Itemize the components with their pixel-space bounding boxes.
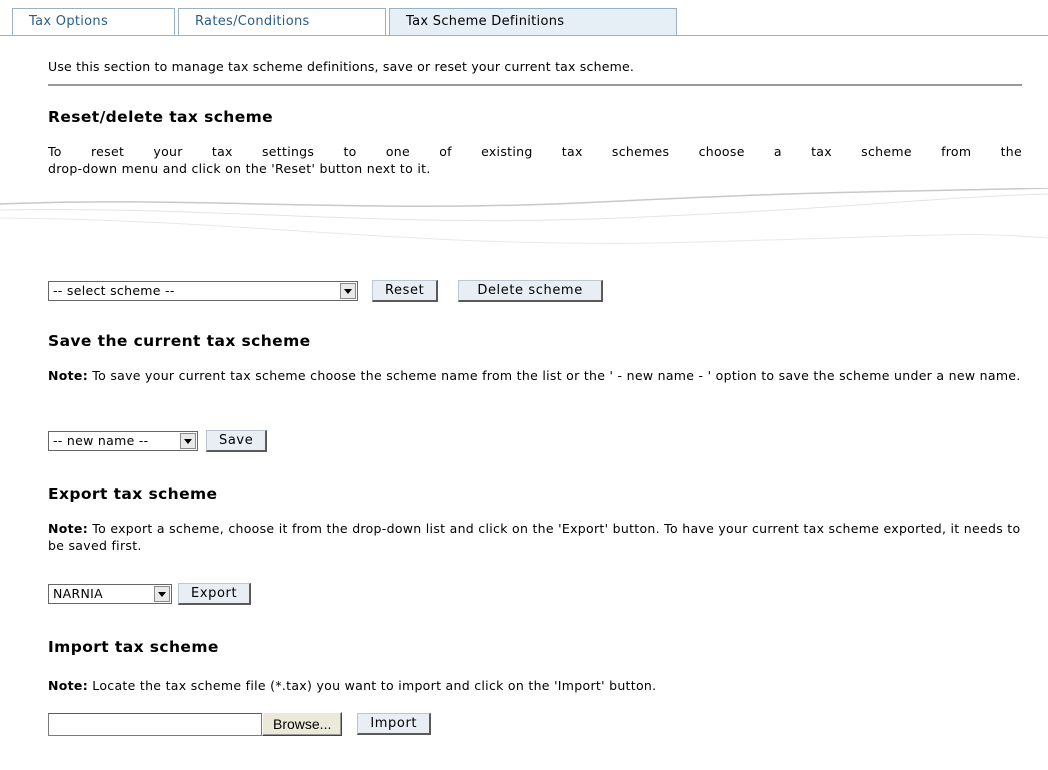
export-row: NARNIA Export: [48, 583, 252, 605]
save-button[interactable]: Save: [206, 430, 268, 452]
export-select-value: NARNIA: [53, 586, 103, 601]
reset-section-title: Reset/delete tax scheme: [48, 108, 274, 126]
dropdown-arrow-icon[interactable]: [180, 433, 196, 449]
save-section-title: Save the current tax scheme: [48, 332, 311, 350]
import-button[interactable]: Import: [357, 713, 432, 735]
export-button[interactable]: Export: [178, 583, 252, 605]
reset-button[interactable]: Reset: [372, 280, 439, 302]
tax-file-input[interactable]: [48, 712, 262, 736]
import-section-note: Note: Locate the tax scheme file (*.tax)…: [48, 677, 1022, 694]
import-note-label: Note:: [48, 678, 89, 693]
tab-divider: [0, 35, 1048, 36]
export-section-note: Note: To export a scheme, choose it from…: [48, 520, 1022, 554]
browse-button[interactable]: Browse...: [262, 712, 343, 736]
import-section-title: Import tax scheme: [48, 638, 219, 656]
delete-scheme-button[interactable]: Delete scheme: [458, 280, 603, 302]
save-section-note: Note: To save your current tax scheme ch…: [48, 367, 1022, 384]
section-divider: [48, 84, 1022, 86]
scheme-select[interactable]: -- select scheme --: [48, 281, 358, 301]
dropdown-arrow-icon[interactable]: [340, 283, 356, 299]
scheme-select-value: -- select scheme --: [53, 283, 175, 298]
dropdown-arrow-icon[interactable]: [154, 586, 170, 602]
intro-text: Use this section to manage tax scheme de…: [48, 59, 635, 74]
reset-section-text: To reset your tax settings to one of exi…: [48, 143, 1022, 177]
reset-row: -- select scheme -- Reset Delete scheme: [48, 280, 603, 302]
import-note-text: Locate the tax scheme file (*.tax) you w…: [88, 678, 657, 693]
reset-text-line1: To reset your tax settings to one of exi…: [48, 144, 1022, 159]
export-section-title: Export tax scheme: [48, 485, 218, 503]
export-note-text: To export a scheme, choose it from the d…: [48, 521, 1021, 553]
save-name-select-value: -- new name --: [53, 433, 149, 448]
tab-bar: Tax Options Rates/Conditions Tax Scheme …: [12, 8, 680, 36]
save-note-text: To save your current tax scheme choose t…: [88, 368, 1021, 383]
save-note-label: Note:: [48, 368, 89, 383]
reset-text-line2: drop-down menu and click on the 'Reset' …: [48, 161, 431, 176]
save-row: -- new name -- Save: [48, 430, 268, 452]
tab-tax-options[interactable]: Tax Options: [12, 8, 175, 35]
tab-tax-scheme-definitions[interactable]: Tax Scheme Definitions: [389, 8, 677, 36]
torn-edge-divider: [0, 188, 1048, 244]
import-row: Browse... Import: [48, 712, 432, 736]
export-note-label: Note:: [48, 521, 89, 536]
tab-rates-conditions[interactable]: Rates/Conditions: [178, 8, 386, 35]
export-scheme-select[interactable]: NARNIA: [48, 584, 172, 604]
save-name-select[interactable]: -- new name --: [48, 431, 198, 451]
